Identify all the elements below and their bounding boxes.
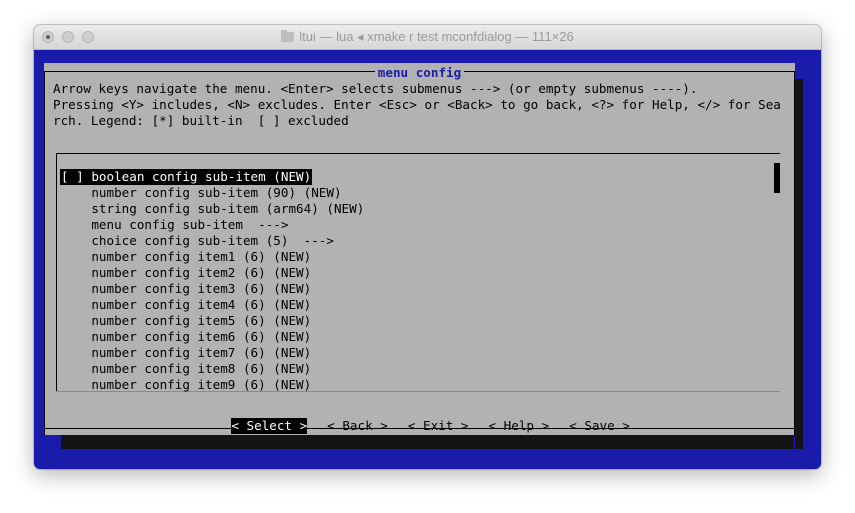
menu-box-left <box>56 153 57 391</box>
menu-item-number-4[interactable]: number config item4 (6) (NEW) <box>60 297 775 313</box>
help-text: Arrow keys navigate the menu. <Enter> se… <box>53 81 781 128</box>
menu-box-top <box>56 153 780 154</box>
dialog-shadow-right <box>795 79 803 449</box>
folder-icon <box>281 30 295 42</box>
dialog-shadow-bottom <box>61 435 794 449</box>
menu-item-number-6[interactable]: number config item6 (6) (NEW) <box>60 329 775 345</box>
menu-scrollbar[interactable] <box>774 163 780 193</box>
exit-button[interactable]: < Exit > <box>408 418 469 434</box>
menu-item-number-sub[interactable]: number config sub-item (90) (NEW) <box>60 185 775 201</box>
help-button[interactable]: < Help > <box>489 418 550 434</box>
menu-item-string-sub[interactable]: string config sub-item (arm64) (NEW) <box>60 201 775 217</box>
menu-item-label[interactable]: [ ] boolean config sub-item (NEW) <box>60 169 313 185</box>
back-button[interactable]: < Back > <box>327 418 388 434</box>
dialog-title: menu config <box>377 65 462 80</box>
button-bar: < Select > < Back > < Exit > < Help > < Save… <box>201 402 650 434</box>
menu-item-number-1[interactable]: number config item1 (6) (NEW) <box>60 249 775 265</box>
menu-item-menu-sub[interactable]: menu config sub-item ---> <box>60 217 775 233</box>
save-button[interactable]: < Save > <box>569 418 630 434</box>
menu-config-dialog: menu config Arrow keys navigate the menu… <box>44 63 795 435</box>
menu-item-number-9[interactable]: number config item9 (6) (NEW) <box>60 377 775 393</box>
frame-left <box>44 71 45 435</box>
frame-right <box>794 71 795 435</box>
menu-item-choice-sub[interactable]: choice config sub-item (5) ---> <box>60 233 775 249</box>
menu-item-number-3[interactable]: number config item3 (6) (NEW) <box>60 281 775 297</box>
menu-item-number-7[interactable]: number config item7 (6) (NEW) <box>60 345 775 361</box>
window-title: ltui — lua ◂ xmake r test mconfdialog — … <box>34 29 821 45</box>
menu-item-number-8[interactable]: number config item8 (6) (NEW) <box>60 361 775 377</box>
menu-item-boolean[interactable]: [ ] boolean config sub-item (NEW) <box>60 169 775 185</box>
title-bar[interactable]: ltui — lua ◂ xmake r test mconfdialog — … <box>34 25 821 50</box>
window-title-text: ltui — lua ◂ xmake r test mconfdialog — … <box>299 29 574 44</box>
menu-item-number-2[interactable]: number config item2 (6) (NEW) <box>60 265 775 281</box>
menu-list: [ ] boolean config sub-item (NEW) number… <box>60 169 775 393</box>
menu-item-number-5[interactable]: number config item5 (6) (NEW) <box>60 313 775 329</box>
select-button[interactable]: < Select > <box>231 418 308 434</box>
